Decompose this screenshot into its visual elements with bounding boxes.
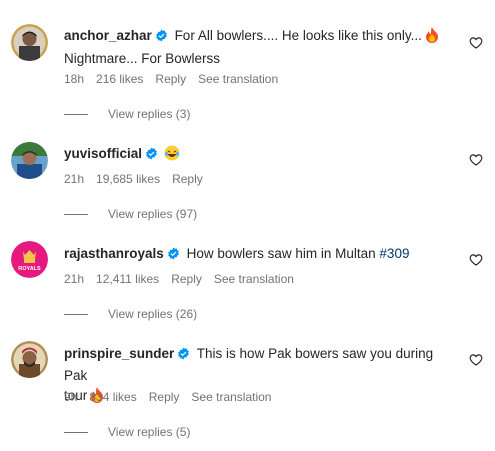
see-translation-link[interactable]: See translation [214,272,294,286]
avatar[interactable] [11,341,48,378]
timestamp[interactable]: 21h [64,172,84,186]
view-replies-button[interactable]: View replies (3) [64,107,190,121]
comment-meta: 18h 216 likes Reply See translation [64,72,290,86]
divider-line [64,114,88,116]
view-replies-label[interactable]: View replies (3) [108,107,190,121]
divider-line [64,214,88,216]
comment-meta: 9h 834 likes Reply See translation [64,390,283,404]
reply-button[interactable]: Reply [155,72,186,86]
see-translation-link[interactable]: See translation [191,390,271,404]
comment-meta: 21h 19,685 likes Reply [64,172,215,186]
timestamp[interactable]: 21h [64,272,84,286]
view-replies-label[interactable]: View replies (26) [108,307,197,321]
comment-text: yuvisofficial [64,144,455,167]
view-replies-button[interactable]: View replies (26) [64,307,197,321]
fire-emoji-icon [425,27,439,49]
username[interactable]: anchor_azhar [64,28,152,43]
like-count[interactable]: 216 likes [96,72,143,86]
timestamp[interactable]: 9h [64,390,77,404]
reply-button[interactable]: Reply [171,272,202,286]
avatar[interactable] [11,142,48,179]
like-count[interactable]: 834 likes [89,390,136,404]
timestamp[interactable]: 18h [64,72,84,86]
username[interactable]: prinspire_sunder [64,346,174,361]
verified-badge-icon [155,28,168,48]
like-count[interactable]: 12,411 likes [96,272,159,286]
see-translation-link[interactable]: See translation [198,72,278,86]
view-replies-label[interactable]: View replies (5) [108,425,190,439]
comment-text: anchor_azhar For All bowlers.... He look… [64,26,455,69]
reply-button[interactable]: Reply [172,172,203,186]
username[interactable]: rajasthanroyals [64,246,164,261]
comment-body: For All bowlers.... He looks like this o… [174,28,422,43]
view-replies-button[interactable]: View replies (97) [64,207,197,221]
heart-icon[interactable] [469,253,483,267]
avatar[interactable] [11,24,48,61]
reply-button[interactable]: Reply [149,390,180,404]
verified-badge-icon [167,246,180,266]
avatar[interactable]: ROYALS [11,241,48,278]
comment-meta: 21h 12,411 likes Reply See translation [64,272,306,286]
comment-body: How bowlers saw him in Multan [186,246,376,261]
like-count[interactable]: 19,685 likes [96,172,160,186]
divider-line [64,432,88,434]
heart-icon[interactable] [469,36,483,50]
username[interactable]: yuvisofficial [64,146,142,161]
hashtag-link[interactable]: #309 [379,246,409,261]
view-replies-label[interactable]: View replies (97) [108,207,197,221]
heart-icon[interactable] [469,153,483,167]
heart-icon[interactable] [469,353,483,367]
laughing-emoji-icon [164,145,180,167]
verified-badge-icon [177,346,190,366]
comment-text: rajasthanroyals How bowlers saw him in M… [64,244,455,266]
royals-logo-text: ROYALS [18,266,41,272]
view-replies-button[interactable]: View replies (5) [64,425,190,439]
divider-line [64,314,88,316]
verified-badge-icon [145,146,158,166]
comment-body-line2: Nightmare... For Bowlerss [64,51,221,66]
